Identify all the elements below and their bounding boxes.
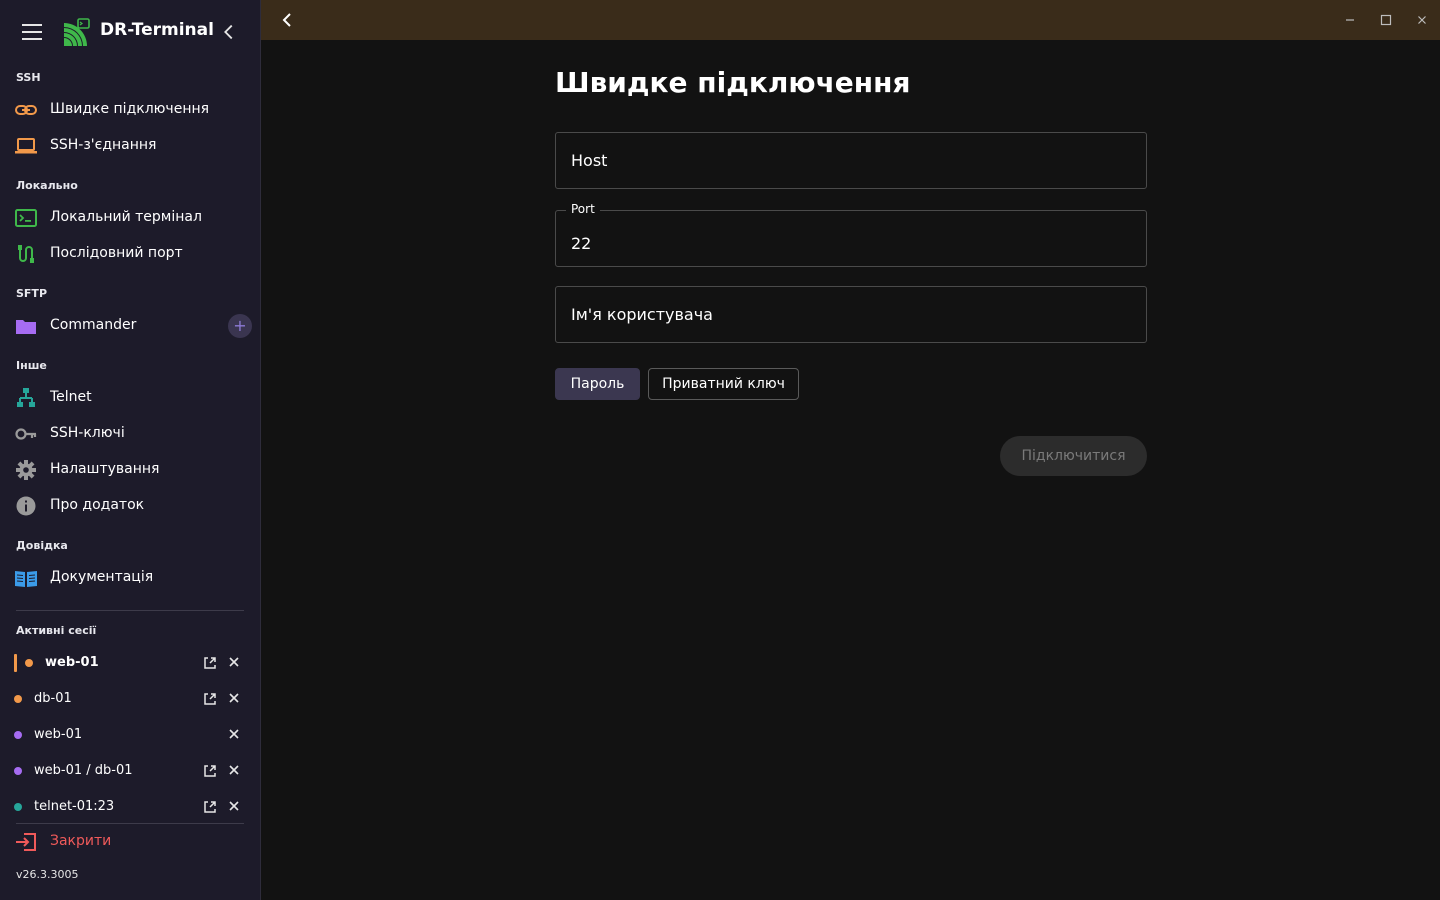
port-field[interactable]: Port	[555, 202, 1147, 267]
section-label-ssh: SSH	[16, 71, 41, 84]
serial-cable-icon	[18, 245, 34, 263]
active-session-indicator	[14, 654, 17, 672]
session-status-dot	[25, 659, 33, 667]
session-name: web-01	[45, 655, 99, 670]
sidebar-item-serial-port[interactable]: Послідовний порт	[0, 236, 260, 272]
close-session-icon[interactable]	[227, 763, 241, 777]
section-label-other: Інше	[16, 359, 47, 372]
port-input[interactable]	[571, 221, 1131, 266]
session-status-dot	[14, 767, 22, 775]
sidebar-item-settings[interactable]: Налаштування	[0, 452, 260, 488]
connect-button[interactable]: Підключитися	[1000, 436, 1147, 476]
session-status-dot	[14, 695, 22, 703]
back-arrow-icon[interactable]	[277, 10, 297, 30]
sidebar-item-label: Документація	[50, 569, 154, 585]
section-label-active-sessions: Активні сесії	[16, 624, 97, 637]
auth-private-key-button[interactable]: Приватний ключ	[648, 368, 799, 400]
menu-icon[interactable]	[22, 24, 42, 40]
page-title: Швидке підключення	[555, 66, 911, 99]
session-item[interactable]: web-01	[0, 717, 260, 753]
sidebar-header: DR-Terminal	[0, 0, 260, 64]
open-external-icon[interactable]	[202, 691, 218, 707]
app-logo-icon	[64, 18, 90, 46]
maximize-icon[interactable]	[1376, 10, 1396, 30]
port-label: Port	[566, 202, 600, 216]
folder-icon	[16, 320, 36, 334]
exit-icon	[16, 833, 36, 851]
session-name: web-01	[34, 727, 83, 742]
sidebar-item-telnet[interactable]: Telnet	[0, 380, 260, 416]
key-icon	[15, 428, 37, 440]
close-app-label: Закрити	[50, 833, 112, 849]
session-item[interactable]: web-01 / db-01	[0, 753, 260, 789]
close-session-icon[interactable]	[227, 691, 241, 705]
network-tree-icon	[17, 388, 35, 407]
gear-icon	[16, 460, 36, 480]
sidebar-divider	[16, 610, 244, 611]
title-bar	[261, 0, 1440, 40]
open-external-icon[interactable]	[202, 799, 218, 815]
close-app-button[interactable]: Закрити	[0, 824, 260, 860]
sidebar: DR-Terminal SSH Швидке підключення SSH-з…	[0, 0, 261, 900]
session-status-dot	[14, 803, 22, 811]
open-external-icon[interactable]	[202, 655, 218, 671]
sidebar-item-label: SSH-з'єднання	[50, 137, 157, 153]
sidebar-item-ssh-connections[interactable]: SSH-з'єднання	[0, 128, 260, 164]
section-label-local: Локально	[16, 179, 78, 192]
close-window-icon[interactable]	[1412, 10, 1432, 30]
collapse-sidebar-icon[interactable]	[218, 20, 240, 44]
sidebar-item-ssh-keys[interactable]: SSH-ключі	[0, 416, 260, 452]
sidebar-item-about[interactable]: Про додаток	[0, 488, 260, 524]
session-item[interactable]: telnet-01:23	[0, 789, 260, 825]
auth-password-button[interactable]: Пароль	[555, 368, 640, 400]
sidebar-item-label: Commander	[50, 317, 137, 333]
close-session-icon[interactable]	[227, 727, 241, 741]
session-status-dot	[14, 731, 22, 739]
sidebar-item-commander[interactable]: Commander +	[0, 308, 260, 344]
sidebar-item-label: SSH-ключі	[50, 425, 125, 441]
sidebar-item-label: Послідовний порт	[50, 245, 183, 261]
close-session-icon[interactable]	[227, 799, 241, 813]
close-session-icon[interactable]	[227, 655, 241, 669]
session-name: telnet-01:23	[34, 799, 115, 814]
sidebar-item-label: Налаштування	[50, 461, 160, 477]
book-icon	[15, 571, 37, 587]
open-external-icon[interactable]	[202, 763, 218, 779]
sidebar-item-label: Локальний термінал	[50, 209, 202, 225]
host-input[interactable]	[571, 133, 1131, 188]
username-field[interactable]	[555, 286, 1147, 343]
laptop-icon	[15, 138, 37, 154]
session-name: web-01 / db-01	[34, 763, 133, 778]
section-label-help: Довідка	[16, 539, 68, 552]
info-icon	[16, 496, 36, 516]
terminal-icon	[15, 209, 37, 227]
sidebar-item-local-terminal[interactable]: Локальний термінал	[0, 200, 260, 236]
sidebar-item-docs[interactable]: Документація	[0, 560, 260, 596]
sidebar-item-quick-connect[interactable]: Швидке підключення	[0, 92, 260, 128]
app-window: DR-Terminal SSH Швидке підключення SSH-з…	[0, 0, 1440, 900]
app-title: DR-Terminal	[100, 20, 214, 40]
link-icon	[15, 105, 37, 115]
username-input[interactable]	[571, 287, 1131, 342]
section-label-sftp: SFTP	[16, 287, 48, 300]
session-name: db-01	[34, 691, 72, 706]
sidebar-item-label: Швидке підключення	[50, 101, 210, 117]
app-version: v26.3.3005	[16, 868, 79, 881]
host-field[interactable]	[555, 132, 1147, 189]
main-content: Швидке підключення Port Пароль Приватний…	[261, 40, 1440, 900]
sidebar-item-label: Telnet	[50, 389, 92, 405]
minimize-icon[interactable]	[1340, 10, 1360, 30]
session-item[interactable]: db-01	[0, 681, 260, 717]
add-commander-button[interactable]: +	[228, 314, 252, 338]
session-item[interactable]: web-01	[0, 645, 260, 681]
sidebar-item-label: Про додаток	[50, 497, 145, 513]
